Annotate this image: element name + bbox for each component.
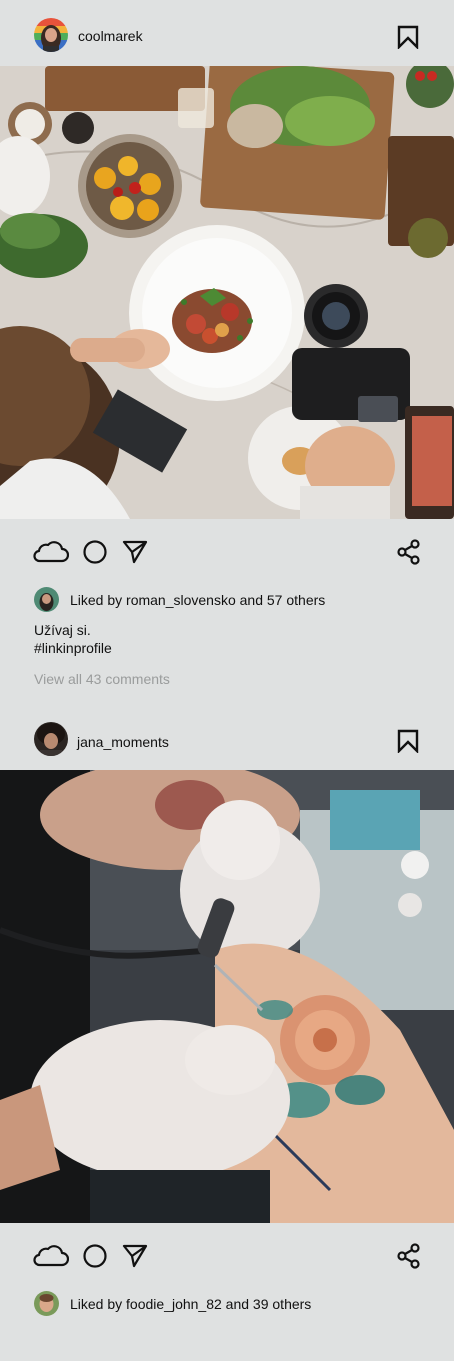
username[interactable]: jana_moments — [77, 734, 169, 750]
post-actions — [0, 1237, 454, 1277]
caption-hashtag[interactable]: #linkinprofile — [34, 639, 112, 657]
post-image[interactable] — [0, 770, 454, 1223]
cloud-icon[interactable] — [33, 1243, 70, 1267]
likes-text[interactable]: Liked by roman_slovensko and 57 others — [70, 592, 325, 608]
share-icon[interactable] — [396, 1243, 422, 1269]
send-icon[interactable] — [122, 1243, 148, 1269]
circle-icon[interactable] — [82, 1243, 108, 1269]
caption-text: Užívaj si. — [34, 622, 91, 638]
avatar[interactable] — [34, 722, 68, 756]
liker-avatar[interactable] — [34, 587, 59, 612]
post-header: jana_moments — [0, 707, 454, 773]
post-actions — [0, 533, 454, 573]
post-header: coolmarek — [0, 0, 454, 66]
post-2: jana_moments Liked by foodie_john_82 and… — [0, 707, 454, 1361]
circle-icon[interactable] — [82, 539, 108, 565]
liker-avatar[interactable] — [34, 1291, 59, 1316]
caption: Užívaj si. #linkinprofile — [34, 621, 112, 657]
likes-text[interactable]: Liked by foodie_john_82 and 39 others — [70, 1296, 311, 1312]
bookmark-icon[interactable] — [397, 25, 419, 50]
bookmark-icon[interactable] — [397, 729, 419, 754]
share-icon[interactable] — [396, 539, 422, 565]
send-icon[interactable] — [122, 539, 148, 565]
view-comments-link[interactable]: View all 43 comments — [34, 671, 170, 687]
username[interactable]: coolmarek — [78, 28, 143, 44]
post-1: coolmarek Liked by roman_slovensko and 5… — [0, 0, 454, 700]
avatar[interactable] — [34, 18, 68, 52]
cloud-icon[interactable] — [33, 539, 70, 563]
post-image[interactable] — [0, 66, 454, 519]
